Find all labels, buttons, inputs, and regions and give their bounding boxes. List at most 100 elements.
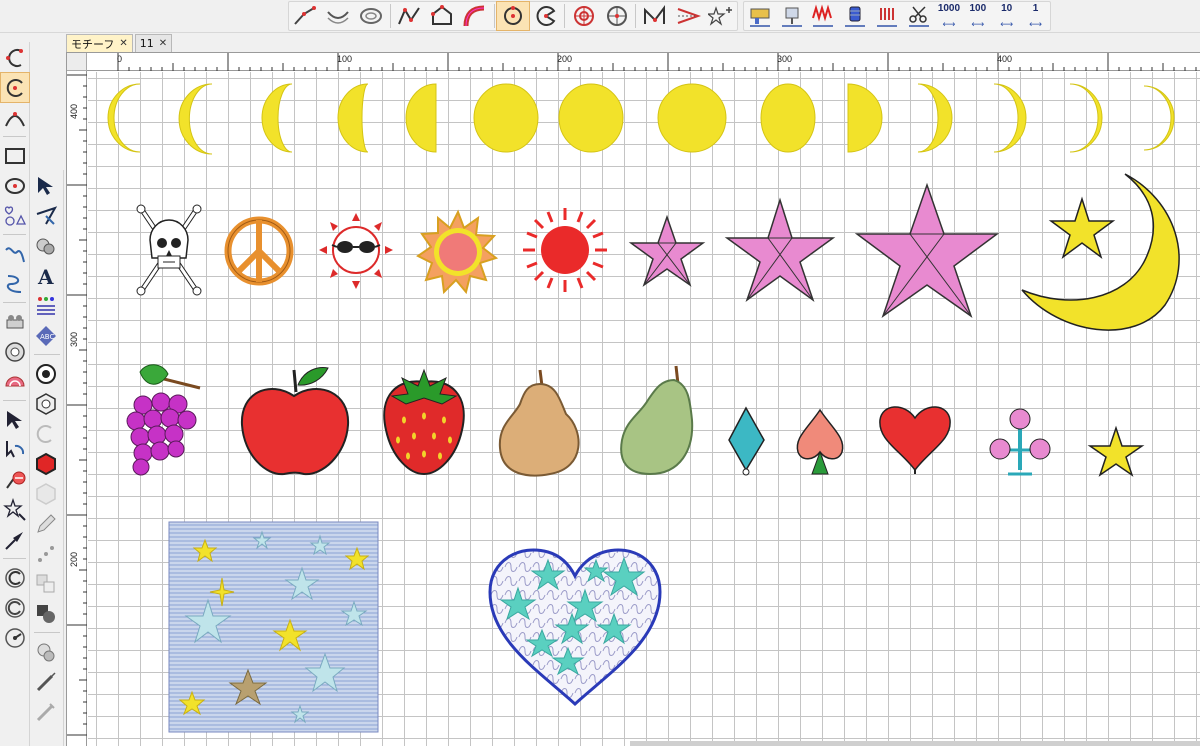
- applique-tool-button[interactable]: [1, 307, 29, 336]
- dial-button[interactable]: [1, 623, 29, 652]
- step-arrow-icon: ⟷: [971, 20, 985, 30]
- half-circle-button[interactable]: [1, 593, 29, 622]
- abc-tool-button[interactable]: ABC: [32, 321, 60, 350]
- curve-band-tool-button[interactable]: [459, 2, 492, 30]
- pencil-tool-button[interactable]: [32, 509, 60, 538]
- circle-curve-tool-button[interactable]: [0, 72, 30, 103]
- knife-tool-button[interactable]: [32, 201, 60, 230]
- rectangle-icon: [5, 147, 25, 164]
- curve-band-icon: [463, 5, 485, 27]
- freehand-curve-icon: [6, 274, 22, 293]
- step-1000-button[interactable]: 1000 ⟷: [935, 2, 964, 30]
- tab-motif[interactable]: モチーフ ✕: [66, 34, 133, 52]
- disabled-hex-button[interactable]: [32, 479, 60, 508]
- star-arrow-button[interactable]: [1, 495, 29, 524]
- point-select-button[interactable]: [1, 525, 29, 554]
- polygon-tool-button[interactable]: [426, 2, 459, 30]
- tab-11[interactable]: 11 ✕: [134, 34, 173, 52]
- ruler-corner[interactable]: [67, 53, 87, 71]
- shapes-tool-button[interactable]: [1, 201, 29, 230]
- bezier-tool-button[interactable]: [1, 103, 29, 132]
- zigzag-stitch-button[interactable]: [808, 2, 840, 30]
- ring-tool-button[interactable]: [355, 2, 388, 30]
- scissors-button[interactable]: [903, 2, 935, 30]
- line-icon: [294, 6, 317, 25]
- radial-point-tool-button[interactable]: [600, 2, 633, 30]
- stylus-tool-button[interactable]: [32, 667, 60, 696]
- hex-nut-button[interactable]: [32, 389, 60, 418]
- polyline-tool-button[interactable]: [393, 2, 426, 30]
- tab-label: モチーフ: [71, 37, 115, 51]
- line-tool-button[interactable]: [289, 2, 322, 30]
- circle-point-tool-button[interactable]: [495, 1, 531, 31]
- step-1-button[interactable]: 1 ⟷: [1021, 2, 1050, 30]
- layers-tool-button[interactable]: [32, 569, 60, 598]
- needle-tool-button[interactable]: [776, 2, 808, 30]
- red-hex-button[interactable]: [32, 449, 60, 478]
- pointer-select-button[interactable]: [32, 171, 60, 200]
- stitch-edit-button[interactable]: [1, 465, 29, 494]
- circle-curve-icon: [6, 78, 23, 97]
- freehand-icon: [5, 246, 25, 262]
- step-value: 10: [1001, 3, 1013, 14]
- close-icon[interactable]: ✕: [119, 38, 127, 49]
- zigzag-tool-button[interactable]: [638, 2, 671, 30]
- freehand-tool-button[interactable]: [1, 239, 29, 268]
- ruler-label: 300: [69, 331, 79, 347]
- sphere-tool-button[interactable]: [32, 637, 60, 666]
- toolbar-separator: [3, 400, 26, 401]
- close-icon[interactable]: ✕: [159, 38, 167, 49]
- reshape-tool-button[interactable]: [1, 435, 29, 464]
- star-select-icon: [707, 6, 732, 26]
- step-arrow-icon: ⟷: [942, 20, 956, 30]
- document-tab-bar: モチーフ ✕ 11 ✕: [66, 34, 174, 52]
- stitch-edit-icon: [6, 471, 26, 489]
- monogram-tool-button[interactable]: [32, 291, 60, 320]
- step-100-button[interactable]: 100 ⟷: [963, 2, 992, 30]
- arc-tool-button[interactable]: [322, 2, 355, 30]
- ellipse-tool-button[interactable]: [1, 171, 29, 200]
- outline-tool-button[interactable]: [32, 419, 60, 448]
- select-arrow-button[interactable]: [1, 405, 29, 434]
- star-select-tool-button[interactable]: [704, 2, 737, 30]
- cross-stitch-button[interactable]: [1, 367, 29, 396]
- rectangle-tool-button[interactable]: [1, 141, 29, 170]
- step-value: 1000: [937, 3, 961, 14]
- toolbar-separator: [389, 4, 391, 28]
- horizontal-scrollbar[interactable]: [630, 741, 1200, 746]
- radial-tool-button[interactable]: [567, 2, 600, 30]
- ruler-label: 100: [337, 54, 353, 64]
- applique-icon: [6, 314, 24, 328]
- brush-tool-button[interactable]: [32, 697, 60, 726]
- gear-stitch-button[interactable]: [1, 563, 29, 592]
- satin-stitch-icon: [876, 8, 897, 27]
- design-grid[interactable]: [88, 72, 1200, 746]
- thread-spool-button[interactable]: [839, 2, 871, 30]
- pie-tool-button[interactable]: [529, 2, 562, 30]
- curve-point-tool-button[interactable]: [1, 43, 29, 72]
- ruler-label: 400: [69, 103, 79, 119]
- pattern-fill-button[interactable]: [1, 337, 29, 366]
- dots-tool-button[interactable]: [32, 539, 60, 568]
- step-10-button[interactable]: 10 ⟷: [992, 2, 1021, 30]
- needle-icon: [781, 7, 802, 27]
- pointer-icon: [38, 176, 53, 195]
- toolbar-separator: [635, 4, 637, 28]
- svg-text:ABC: ABC: [40, 333, 54, 341]
- merge-shapes-button[interactable]: [32, 599, 60, 628]
- target-tool-button[interactable]: [32, 359, 60, 388]
- freehand-curve-button[interactable]: [1, 269, 29, 298]
- machine-tool-button[interactable]: [744, 2, 776, 30]
- bezier-icon: [5, 111, 25, 126]
- reshape-icon: [6, 440, 25, 457]
- bead-tool-button[interactable]: [32, 231, 60, 260]
- text-tool-button[interactable]: A: [32, 261, 60, 290]
- bead-icon: [36, 238, 55, 254]
- fill-direction-tool-button[interactable]: [671, 2, 704, 30]
- toolbar-separator: [34, 632, 60, 633]
- vertical-ruler-ticks: [67, 74, 87, 736]
- satin-stitch-button[interactable]: [871, 2, 903, 30]
- ellipse-icon: [5, 177, 25, 194]
- pattern-fill-icon: [5, 341, 25, 362]
- disabled-hex-icon: [36, 482, 56, 505]
